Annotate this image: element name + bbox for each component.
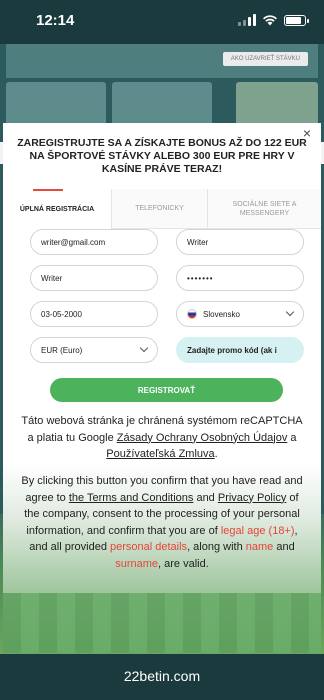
email-value: writer@gmail.com bbox=[41, 237, 106, 247]
recaptcha-notice: Táto webová stránka je chránená systémom… bbox=[20, 413, 304, 463]
terms-link[interactable]: the Terms and Conditions bbox=[69, 492, 194, 504]
date-of-birth-field[interactable]: 03-05-2000 bbox=[30, 301, 158, 327]
email-field[interactable]: writer@gmail.com bbox=[30, 229, 158, 255]
registration-tabs: ÚPLNÁ REGISTRÁCIA TELEFONICKY SOCIÁLNE S… bbox=[3, 189, 321, 229]
name-text: name bbox=[245, 541, 274, 554]
battery-icon bbox=[284, 15, 309, 26]
url-text[interactable]: 22betin.com bbox=[0, 668, 324, 684]
recaptcha-text: a bbox=[287, 431, 297, 444]
user-agreement-link[interactable]: Používateľská Zmluva bbox=[106, 448, 214, 460]
browser-address-bar[interactable]: 22betin.com bbox=[0, 654, 324, 700]
registration-modal: × ZAREGISTRUJTE SA A ZÍSKAJTE BONUS AŽ D… bbox=[3, 123, 321, 653]
last-name-value: Writer bbox=[41, 273, 63, 283]
password-field[interactable]: ••••••• bbox=[176, 265, 304, 291]
password-value: ••••••• bbox=[187, 273, 214, 283]
consent-text: and bbox=[193, 491, 218, 504]
status-bar: 12:14 bbox=[0, 0, 324, 44]
currency-value: EUR (Euro) bbox=[41, 345, 83, 355]
status-time: 12:14 bbox=[36, 12, 75, 29]
tab-full-registration[interactable]: ÚPLNÁ REGISTRÁCIA bbox=[3, 189, 111, 229]
promo-code-input[interactable]: Zadajte promo kód (ak i bbox=[176, 337, 304, 363]
consent-text: , along with bbox=[187, 541, 246, 554]
currency-select[interactable]: EUR (Euro) bbox=[30, 337, 158, 363]
slovakia-flag-icon bbox=[187, 309, 197, 319]
signal-icon bbox=[238, 14, 256, 26]
background-promo-button[interactable]: AKO UZAVRIEŤ STÁVKU bbox=[222, 52, 308, 66]
system-icons bbox=[238, 14, 309, 26]
legal-age-text: legal age (18+) bbox=[220, 524, 295, 537]
tab-phone[interactable]: TELEFONICKY bbox=[111, 189, 207, 229]
first-name-value: Writer bbox=[187, 237, 209, 247]
consent-text: , are valid. bbox=[158, 557, 209, 570]
wifi-icon bbox=[263, 15, 277, 26]
chevron-down-icon bbox=[139, 343, 149, 353]
surname-text: surname bbox=[115, 557, 159, 570]
date-of-birth-value: 03-05-2000 bbox=[41, 309, 82, 319]
consent-notice: By clicking this button you confirm that… bbox=[20, 473, 304, 573]
first-name-field[interactable]: Writer bbox=[176, 229, 304, 255]
register-button[interactable]: REGISTROVAŤ bbox=[50, 378, 283, 402]
background-banner: AKO UZAVRIEŤ STÁVKU bbox=[6, 44, 318, 78]
privacy-link[interactable]: Privacy Policy bbox=[218, 492, 286, 504]
country-select[interactable]: Slovensko bbox=[176, 301, 304, 327]
recaptcha-text: . bbox=[214, 448, 218, 461]
privacy-policy-link[interactable]: Zásady Ochrany Osobných Údajov bbox=[117, 432, 288, 444]
last-name-field[interactable]: Writer bbox=[30, 265, 158, 291]
modal-title: ZAREGISTRUJTE SA A ZÍSKAJTE BONUS AŽ DO … bbox=[17, 137, 307, 175]
personal-details-text: personal details bbox=[110, 541, 188, 554]
consent-text: and bbox=[273, 541, 295, 554]
tab-social-messengers[interactable]: SOCIÁLNE SIETE A MESSENGERY bbox=[207, 189, 321, 229]
country-value: Slovensko bbox=[203, 309, 240, 319]
promo-code-placeholder: Zadajte promo kód (ak i bbox=[187, 345, 277, 355]
chevron-down-icon bbox=[285, 307, 295, 317]
